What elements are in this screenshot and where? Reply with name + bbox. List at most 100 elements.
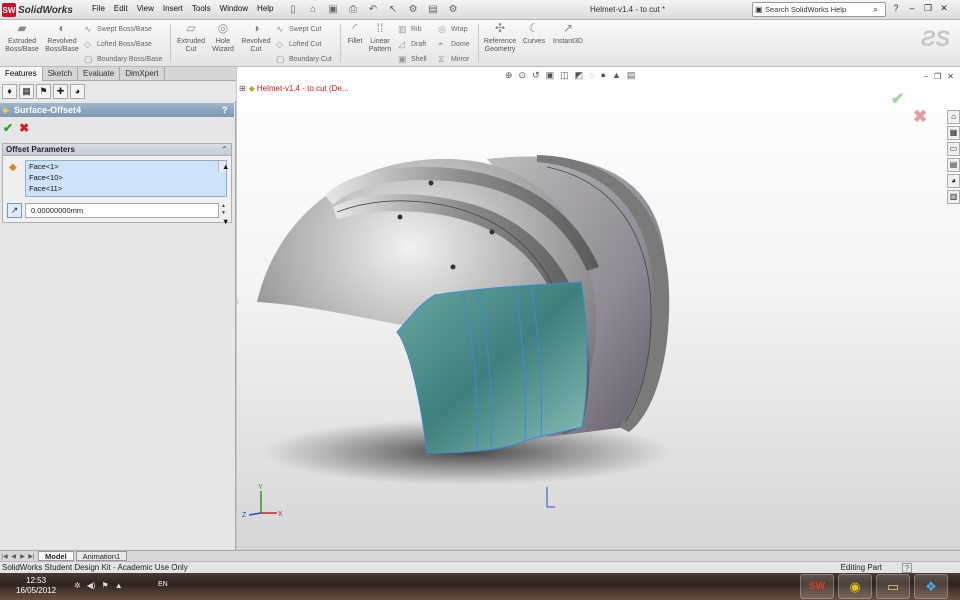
- menu-edit[interactable]: Edit: [114, 4, 128, 13]
- last-tab-icon[interactable]: ▶|: [27, 553, 36, 560]
- confirm-cancel-icon[interactable]: ✖: [913, 107, 927, 127]
- appearance-icon[interactable]: ●: [601, 70, 606, 81]
- zoom-to-fit-icon[interactable]: ⊕: [505, 70, 513, 81]
- helmet-model[interactable]: Y X Z: [237, 67, 960, 550]
- appearances-icon[interactable]: ◕: [947, 174, 960, 188]
- shell-button[interactable]: ▣ Shell: [398, 54, 427, 65]
- solidworks-logo[interactable]: SW SolidWorks: [2, 2, 80, 18]
- volume-icon[interactable]: ◀): [87, 581, 96, 590]
- distance-spinner[interactable]: ▲ ▼: [219, 203, 228, 218]
- dome-button[interactable]: ◓ Dome: [438, 39, 470, 49]
- menu-insert[interactable]: Insert: [163, 4, 183, 13]
- file-explorer-icon[interactable]: ▭: [947, 142, 960, 156]
- expand-icon[interactable]: ⊞: [239, 84, 246, 93]
- prev-tab-icon[interactable]: ◀: [9, 553, 18, 560]
- minimize-icon[interactable]: –: [924, 72, 928, 81]
- graphics-area[interactable]: Y X Z ⊕ ⊙ ↺ ▣ ◫ ◩ ◌ ● ▲ ▤ – ❐ ✕ ⊞ ◆ Helm…: [237, 67, 960, 550]
- tab-animation1[interactable]: Animation1: [75, 551, 128, 561]
- status-help-button[interactable]: ?: [902, 562, 912, 573]
- configuration-manager-icon[interactable]: ⚑: [36, 83, 51, 99]
- linear-pattern-button[interactable]: ⁞⁞ Linear Pattern: [366, 22, 394, 54]
- group-header[interactable]: Offset Parameters ⌃: [3, 144, 231, 156]
- help-button[interactable]: ?: [222, 105, 234, 115]
- tab-evaluate[interactable]: Evaluate: [78, 67, 121, 81]
- menu-file[interactable]: File: [92, 4, 105, 13]
- swept-boss-button[interactable]: ∿ Swept Boss/Base: [84, 24, 152, 35]
- next-tab-icon[interactable]: ▶: [18, 553, 27, 560]
- previous-view-icon[interactable]: ↺: [532, 70, 540, 81]
- confirm-ok-icon[interactable]: ✔: [891, 89, 904, 109]
- menu-window[interactable]: Window: [220, 4, 248, 13]
- explorer-taskbar-icon[interactable]: ▭: [876, 574, 910, 599]
- instant3d-button[interactable]: ↗ Instant3D: [550, 22, 586, 46]
- lofted-boss-button[interactable]: ◇ Lofted Boss/Base: [84, 39, 152, 50]
- boundary-boss-button[interactable]: ▢ Boundary Boss/Base: [84, 54, 162, 65]
- resources-icon[interactable]: ⌂: [947, 110, 960, 124]
- feature-tree-icon[interactable]: ♦: [2, 83, 17, 99]
- list-item[interactable]: Face<1>: [26, 161, 226, 172]
- menu-view[interactable]: View: [137, 4, 154, 13]
- scene-icon[interactable]: ▲: [612, 70, 621, 81]
- view-palette-icon[interactable]: ▤: [947, 158, 960, 172]
- language-indicator[interactable]: EN: [158, 581, 168, 588]
- list-item[interactable]: Face<11>: [26, 183, 226, 194]
- action-center-flag-icon[interactable]: ⚑: [102, 581, 109, 590]
- dimxpert-manager-icon[interactable]: ✚: [53, 83, 68, 99]
- search-icon[interactable]: ⌕: [873, 4, 885, 15]
- solidworks-taskbar-icon[interactable]: SW: [800, 574, 834, 599]
- first-tab-icon[interactable]: |◀: [0, 553, 9, 560]
- chrome-taskbar-icon[interactable]: ◉: [838, 574, 872, 599]
- wrap-button[interactable]: ◎ Wrap: [438, 24, 468, 35]
- network-icon[interactable]: ✲: [74, 581, 81, 590]
- help-icon[interactable]: ?: [890, 3, 902, 14]
- property-manager-icon[interactable]: ▦: [19, 83, 34, 99]
- swept-cut-button[interactable]: ∿ Swept Cut: [276, 24, 321, 35]
- restore-icon[interactable]: ❐: [922, 3, 934, 14]
- flyout-feature-tree[interactable]: ⊞ ◆ Helmet-v1.4 - to cut (De...: [239, 84, 348, 93]
- options-icon[interactable]: ⚙: [446, 3, 460, 16]
- system-clock[interactable]: 12:53 16/05/2012: [16, 576, 56, 596]
- offset-distance-input[interactable]: 0.00000000mm: [25, 203, 219, 218]
- restore-icon[interactable]: ❐: [934, 72, 941, 81]
- display-style-icon[interactable]: ◩: [575, 70, 584, 81]
- design-library-icon[interactable]: ▦: [947, 126, 960, 140]
- close-icon[interactable]: ✕: [938, 3, 950, 14]
- panel-splitter[interactable]: ⁞: [237, 299, 242, 319]
- show-hidden-icon[interactable]: ▲: [115, 581, 123, 590]
- fillet-button[interactable]: ◜ Fillet: [344, 22, 366, 46]
- tab-model[interactable]: Model: [38, 551, 74, 561]
- menu-help[interactable]: Help: [257, 4, 273, 13]
- face-selection-list[interactable]: Face<1> Face<10> Face<11> ▲ ▼: [25, 160, 229, 226]
- boundary-cut-button[interactable]: ▢ Boundary Cut: [276, 54, 332, 65]
- collapse-icon[interactable]: ⌃: [221, 145, 231, 154]
- tab-dimxpert[interactable]: DimXpert: [120, 67, 165, 81]
- draft-button[interactable]: ◿ Draft: [398, 39, 426, 50]
- tab-sketch[interactable]: Sketch: [43, 67, 79, 81]
- select-arrow-icon[interactable]: ↖: [386, 3, 400, 16]
- search-input[interactable]: Search SolidWorks Help: [765, 5, 873, 14]
- close-icon[interactable]: ✕: [947, 72, 954, 81]
- view-orientation-icon[interactable]: ◫: [560, 70, 569, 81]
- lofted-cut-button[interactable]: ◇ Lofted Cut: [276, 39, 321, 50]
- new-document-icon[interactable]: ▯: [286, 3, 300, 16]
- cancel-x-icon[interactable]: ✖: [19, 121, 29, 135]
- extruded-cut-button[interactable]: ▱ Extruded Cut: [174, 22, 208, 54]
- tab-features[interactable]: Features: [0, 67, 43, 81]
- rib-button[interactable]: ▥ Rib: [398, 24, 422, 35]
- extruded-boss-button[interactable]: ▰ Extruded Boss/Base: [4, 22, 40, 54]
- print-icon[interactable]: ⎙: [346, 3, 360, 16]
- rebuild-icon[interactable]: ⚙: [406, 3, 420, 16]
- undo-icon[interactable]: ↶: [366, 3, 380, 16]
- curves-button[interactable]: ☾ Curves: [520, 22, 548, 46]
- hide-show-icon[interactable]: ◌: [589, 70, 594, 81]
- ok-check-icon[interactable]: ✔: [3, 121, 13, 135]
- reference-geometry-button[interactable]: ✣ Reference Geometry: [482, 22, 518, 54]
- file-properties-icon[interactable]: ▤: [426, 3, 440, 16]
- menu-tools[interactable]: Tools: [192, 4, 211, 13]
- open-folder-icon[interactable]: ⌂: [306, 3, 320, 16]
- revolved-cut-button[interactable]: ◑ Revolved Cut: [238, 22, 274, 54]
- custom-properties-icon[interactable]: ▥: [947, 190, 960, 204]
- display-manager-icon[interactable]: ◕: [70, 83, 85, 99]
- section-view-icon[interactable]: ▣: [546, 70, 555, 81]
- zoom-area-icon[interactable]: ⊙: [519, 70, 527, 81]
